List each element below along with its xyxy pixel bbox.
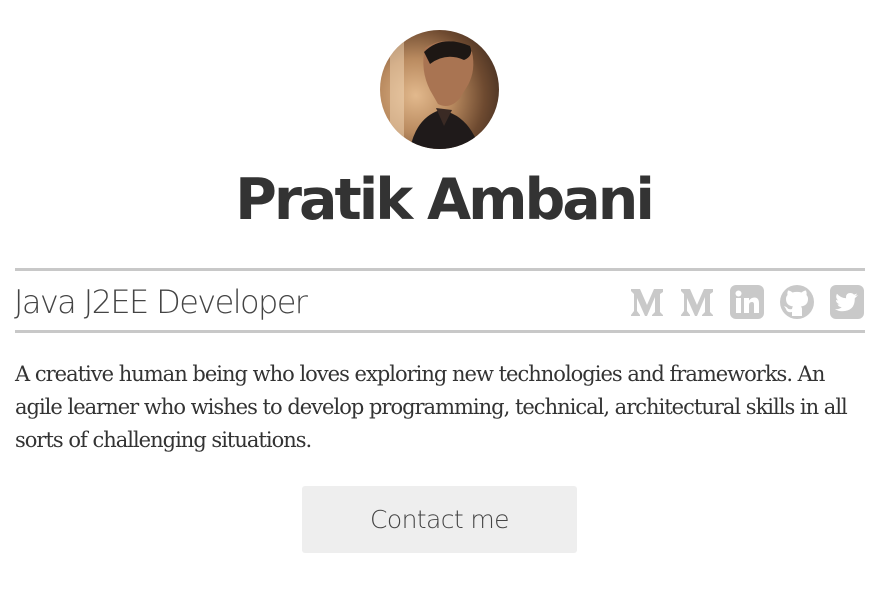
profile-page: Pratik Ambani Java J2EE Developer A crea… [0, 0, 887, 607]
linkedin-icon [730, 285, 764, 319]
top-divider [15, 268, 865, 271]
bottom-divider [15, 330, 865, 333]
twitter-icon [830, 285, 864, 319]
github-icon [780, 285, 814, 319]
avatar [380, 30, 499, 149]
linkedin-link[interactable] [729, 285, 765, 319]
avatar-photo [390, 30, 480, 149]
medium-icon [681, 289, 713, 316]
medium-icon [631, 289, 663, 316]
medium-link-2[interactable] [679, 285, 715, 319]
job-title: Java J2EE Developer [14, 283, 308, 321]
medium-link-1[interactable] [629, 285, 665, 319]
bio-text: A creative human being who loves explori… [15, 362, 848, 452]
contact-button[interactable]: Contact me [302, 486, 577, 553]
github-link[interactable] [779, 285, 815, 319]
profile-name: Pratik Ambani [235, 167, 655, 233]
twitter-link[interactable] [829, 285, 865, 319]
social-links [629, 285, 865, 319]
